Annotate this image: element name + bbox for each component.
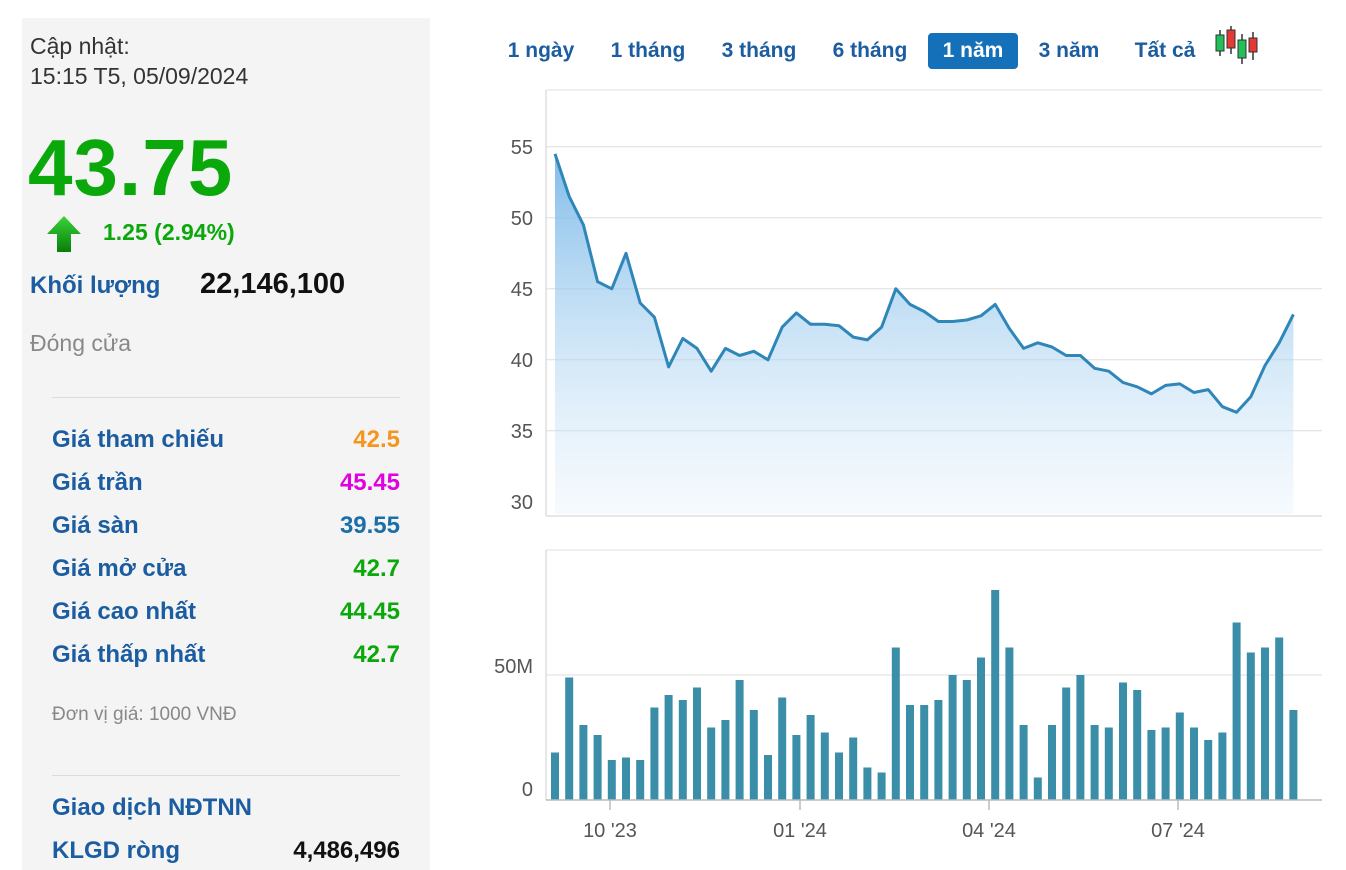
volume-bar [650, 707, 659, 800]
volume-bar [1048, 725, 1056, 800]
price-tick-label: 45 [511, 279, 533, 301]
volume-bar [1005, 647, 1014, 800]
price-area-fill [555, 153, 1294, 514]
volume-bar [863, 767, 872, 800]
volume-bar [906, 705, 914, 800]
volume-bar [579, 725, 588, 800]
volume-tick-label: 0 [522, 779, 533, 801]
volume-bars [551, 590, 1298, 800]
volume-bar [877, 772, 886, 800]
volume-bar [806, 715, 815, 800]
volume-bar [1275, 637, 1284, 800]
volume-bar [607, 760, 616, 800]
volume-bar [977, 657, 985, 800]
volume-bar [707, 727, 716, 800]
volume-bar [792, 735, 801, 800]
volume-bar [1190, 727, 1198, 800]
volume-bar [1019, 725, 1028, 800]
volume-bar [934, 700, 943, 800]
volume-bar [849, 737, 858, 800]
volume-bar [678, 700, 687, 800]
volume-bar [1119, 682, 1127, 800]
volume-bar [1104, 727, 1113, 800]
volume-bar [1062, 687, 1071, 800]
volume-bar [1161, 727, 1170, 800]
volume-bar [1133, 690, 1142, 800]
volume-bar [1204, 740, 1213, 800]
volume-bar [820, 732, 829, 800]
price-volume-chart: 30 35 40 45 50 55 0 50M 10 '23 01 '24 04 '24 07 '… [494, 89, 1322, 842]
volume-bar [551, 752, 559, 800]
price-tick-label: 35 [511, 421, 533, 443]
volume-bar [1289, 710, 1298, 800]
volume-bar [991, 590, 1000, 800]
volume-bar [891, 647, 900, 800]
price-tick-label: 40 [511, 350, 533, 372]
volume-bar [622, 757, 630, 800]
volume-bar [1175, 712, 1184, 800]
volume-bar [1033, 777, 1042, 800]
volume-bar [778, 697, 787, 800]
price-tick-label: 50 [511, 208, 533, 230]
volume-bar [735, 680, 744, 800]
volume-bar [764, 755, 772, 800]
price-area [553, 153, 1295, 514]
time-tick-label: 10 '23 [583, 820, 637, 842]
time-tick-label: 01 '24 [773, 820, 827, 842]
volume-bar [1147, 730, 1156, 800]
volume-axis-ticks: 0 50M [494, 656, 533, 801]
price-tick-label: 55 [511, 137, 533, 159]
price-axis-ticks: 30 35 40 45 50 55 [511, 137, 533, 514]
price-tick-label: 30 [511, 492, 533, 514]
volume-bar [1218, 732, 1227, 800]
volume-bar [1261, 647, 1269, 800]
volume-bar [920, 705, 929, 800]
time-axis: 10 '23 01 '24 04 '24 07 '24 [546, 799, 1322, 842]
volume-bar [1090, 725, 1099, 800]
volume-bar [749, 710, 758, 800]
volume-bar [593, 735, 602, 800]
volume-bar [721, 720, 730, 800]
time-tick-label: 07 '24 [1151, 820, 1205, 842]
volume-bar [948, 675, 957, 800]
volume-bar [1246, 652, 1255, 800]
volume-bar [1076, 675, 1085, 800]
volume-bar [962, 680, 971, 800]
volume-bar [835, 752, 843, 800]
volume-bar [636, 760, 645, 800]
volume-bar [664, 695, 673, 800]
time-tick-label: 04 '24 [962, 820, 1016, 842]
volume-bar [693, 687, 701, 800]
volume-bar [1232, 622, 1241, 800]
volume-tick-label: 50M [494, 656, 533, 678]
volume-bar [565, 677, 574, 800]
